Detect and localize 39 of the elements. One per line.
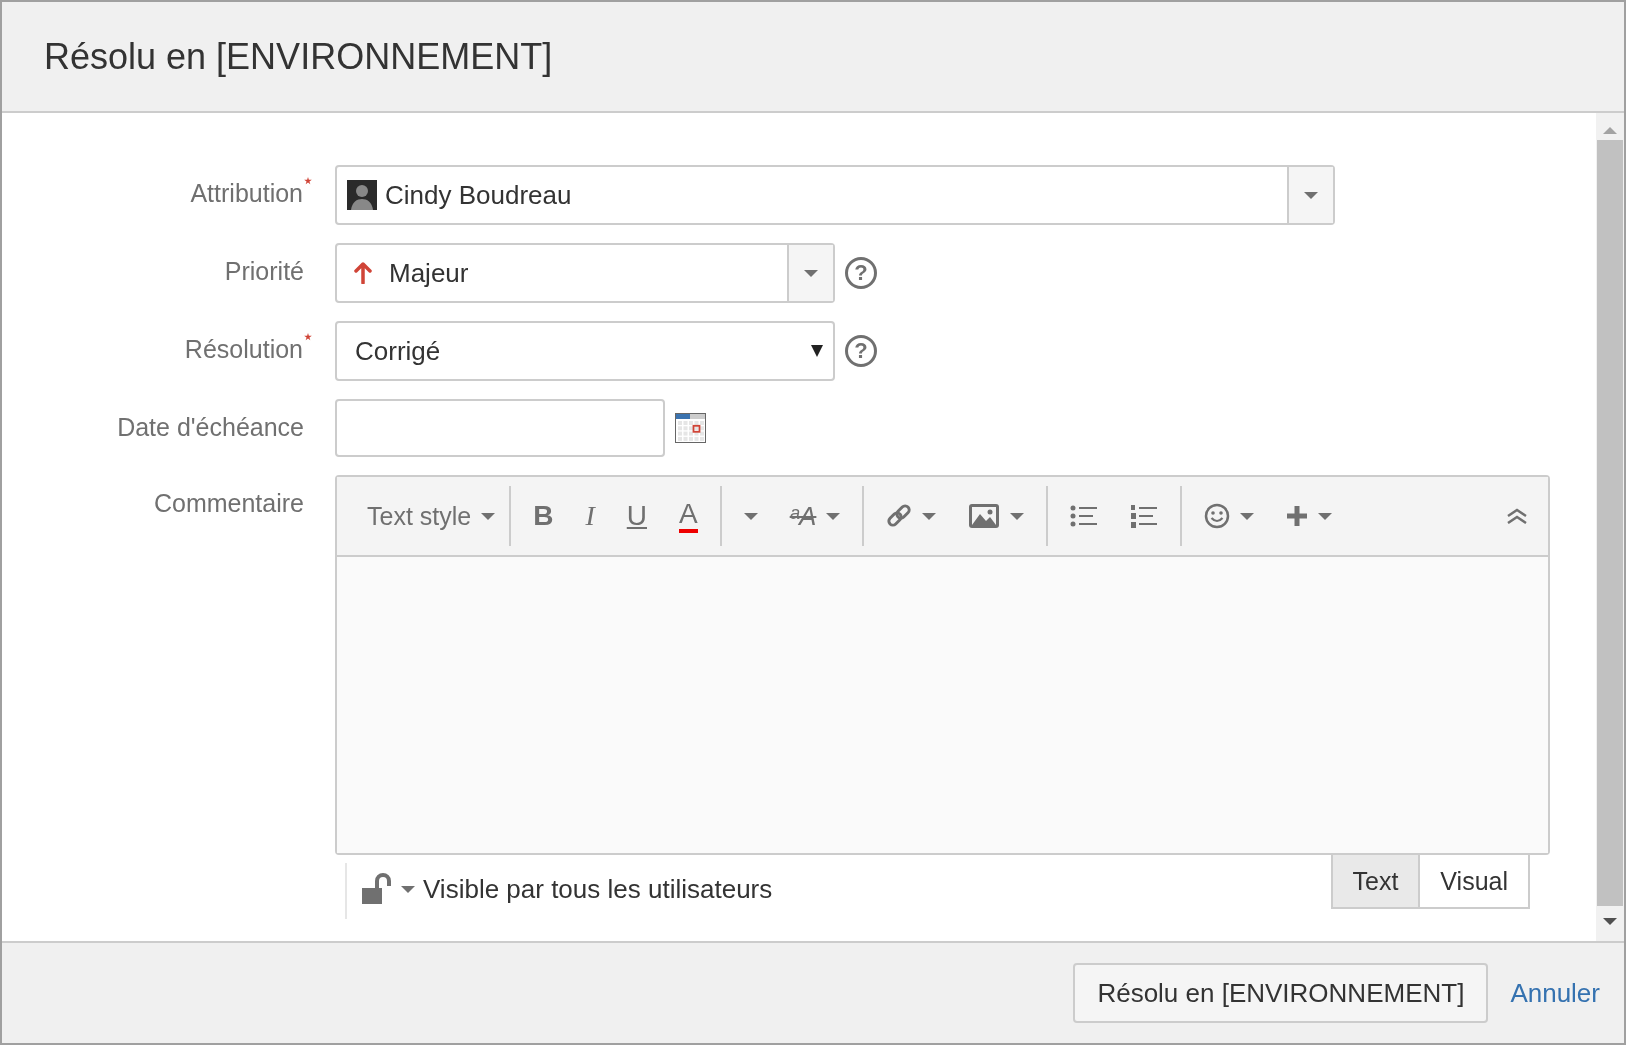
user-picker[interactable]: Cindy Boudreau — [335, 165, 1335, 225]
field-label: Résolution — [184, 335, 303, 364]
calendar-icon[interactable] — [675, 412, 706, 444]
image-icon — [968, 503, 1001, 529]
avatar-icon — [347, 180, 377, 210]
field-label: Priorité — [224, 257, 304, 286]
resolution-select[interactable]: Corrigé — [335, 321, 835, 381]
field-label: Date d'échéance — [117, 413, 304, 442]
mode-tab[interactable]: Visual — [1420, 853, 1530, 909]
caret-icon — [401, 885, 415, 893]
caret-icon — [811, 345, 823, 357]
text-format-icon[interactable]: ᵃA — [789, 500, 817, 532]
bullet-list-icon — [1070, 504, 1099, 528]
smiley-icon — [1204, 503, 1231, 529]
scroll-down-icon[interactable] — [1603, 918, 1617, 925]
text-style-dropdown[interactable]: Text style — [357, 496, 502, 536]
caret-icon — [1304, 191, 1318, 199]
comment-text-area[interactable] — [337, 557, 1548, 853]
numbered-list-icon — [1130, 504, 1159, 528]
priority-picker[interactable]: Majeur — [335, 243, 835, 303]
link-icon — [886, 503, 913, 529]
date-field[interactable] — [335, 399, 665, 457]
italic-icon[interactable]: I — [585, 500, 595, 532]
help-icon[interactable]: ? — [845, 335, 877, 367]
caret-icon — [804, 269, 818, 277]
visibility-label[interactable]: Visible par tous les utilisateurs — [423, 873, 773, 905]
mode-tab[interactable]: Text — [1330, 853, 1421, 909]
unlocked-padlock-icon — [361, 873, 393, 905]
field-label: Commentaire — [153, 489, 304, 518]
plus-icon — [1286, 505, 1309, 527]
bold-icon[interactable]: B — [533, 500, 554, 532]
field-label: Attribution — [190, 179, 303, 208]
submit-button[interactable]: Résolu en [ENVIRONNEMENT] — [1073, 963, 1489, 1023]
collapse-icon — [1506, 508, 1528, 524]
dialog-title: Résolu en [ENVIRONNEMENT] — [44, 35, 553, 78]
cancel-link[interactable]: Annuler — [1510, 977, 1600, 1009]
arrow-up-icon — [353, 262, 373, 284]
underline-icon[interactable]: U — [626, 500, 647, 532]
help-icon[interactable]: ? — [845, 257, 877, 289]
